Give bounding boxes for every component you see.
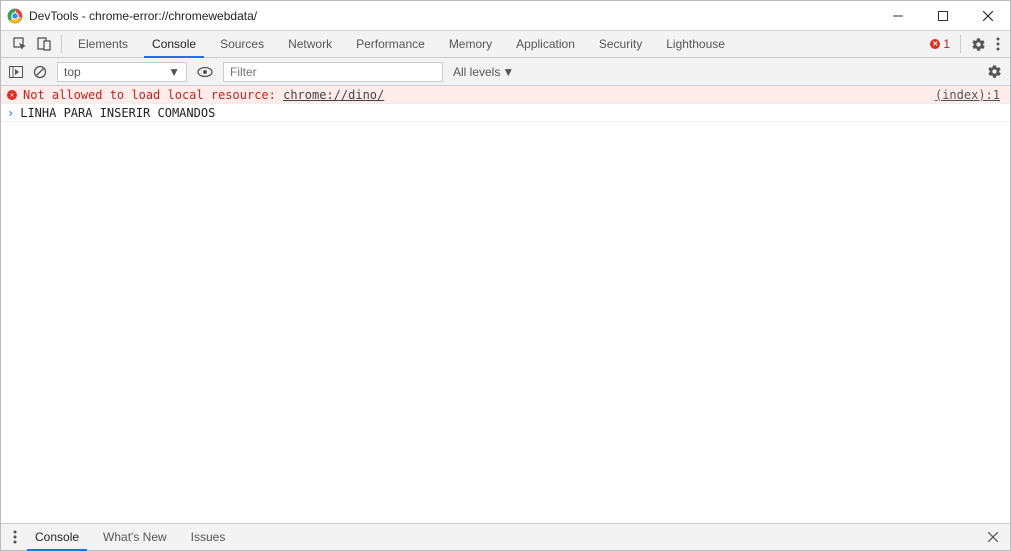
- error-count-badge[interactable]: ✕ 1: [930, 37, 950, 51]
- chevron-down-icon: ▼: [502, 65, 514, 79]
- error-message: Not allowed to load local resource:: [23, 88, 283, 102]
- close-button[interactable]: [965, 1, 1010, 31]
- chevron-down-icon: ▼: [168, 65, 180, 79]
- drawer-tab-console[interactable]: Console: [23, 524, 91, 550]
- error-icon: ✕: [7, 90, 17, 100]
- tab-memory[interactable]: Memory: [437, 31, 504, 57]
- context-selector[interactable]: top ▼: [57, 62, 187, 82]
- console-prompt-row[interactable]: › LINHA PARA INSERIR COMANDOS: [1, 104, 1010, 122]
- window-titlebar: DevTools - chrome-error://chromewebdata/: [1, 1, 1010, 31]
- drawer-tab-whatsnew[interactable]: What's New: [91, 524, 179, 550]
- toggle-sidebar-icon[interactable]: [9, 66, 23, 78]
- tab-elements[interactable]: Elements: [66, 31, 140, 57]
- settings-gear-icon[interactable]: [971, 37, 986, 52]
- error-source-link[interactable]: (index):1: [935, 88, 1004, 102]
- kebab-menu-icon[interactable]: [7, 524, 23, 550]
- console-prompt-text: LINHA PARA INSERIR COMANDOS: [20, 106, 215, 120]
- context-value: top: [64, 65, 81, 79]
- console-output: ✕ Not allowed to load local resource: ch…: [1, 86, 1010, 523]
- log-levels-label: All levels: [453, 65, 500, 79]
- kebab-menu-icon[interactable]: [996, 37, 1000, 51]
- tab-sources[interactable]: Sources: [208, 31, 276, 57]
- console-settings-gear-icon[interactable]: [987, 64, 1002, 79]
- live-expression-icon[interactable]: [197, 66, 213, 78]
- log-levels-selector[interactable]: All levels ▼: [453, 65, 514, 79]
- console-toolbar: top ▼ All levels ▼: [1, 58, 1010, 86]
- drawer-tab-bar: Console What's New Issues: [1, 523, 1010, 550]
- tab-security[interactable]: Security: [587, 31, 654, 57]
- tab-network[interactable]: Network: [276, 31, 344, 57]
- console-error-row[interactable]: ✕ Not allowed to load local resource: ch…: [1, 86, 1010, 104]
- inspect-element-icon[interactable]: [13, 37, 27, 51]
- device-toolbar-icon[interactable]: [37, 37, 51, 51]
- error-count: 1: [943, 37, 950, 51]
- window-title: DevTools - chrome-error://chromewebdata/: [29, 9, 257, 23]
- main-tab-bar: Elements Console Sources Network Perform…: [1, 31, 1010, 58]
- chrome-icon: [7, 8, 23, 24]
- prompt-caret-icon: ›: [7, 106, 14, 120]
- maximize-button[interactable]: [920, 1, 965, 31]
- error-icon: ✕: [930, 39, 940, 49]
- tab-performance[interactable]: Performance: [344, 31, 437, 57]
- tab-application[interactable]: Application: [504, 31, 587, 57]
- tab-console[interactable]: Console: [140, 31, 208, 57]
- drawer-tab-issues[interactable]: Issues: [179, 524, 238, 550]
- minimize-button[interactable]: [875, 1, 920, 31]
- clear-console-icon[interactable]: [33, 65, 47, 79]
- filter-input[interactable]: [223, 62, 443, 82]
- tab-lighthouse[interactable]: Lighthouse: [654, 31, 737, 57]
- drawer-close-button[interactable]: [976, 524, 1010, 550]
- error-link[interactable]: chrome://dino/: [283, 88, 384, 102]
